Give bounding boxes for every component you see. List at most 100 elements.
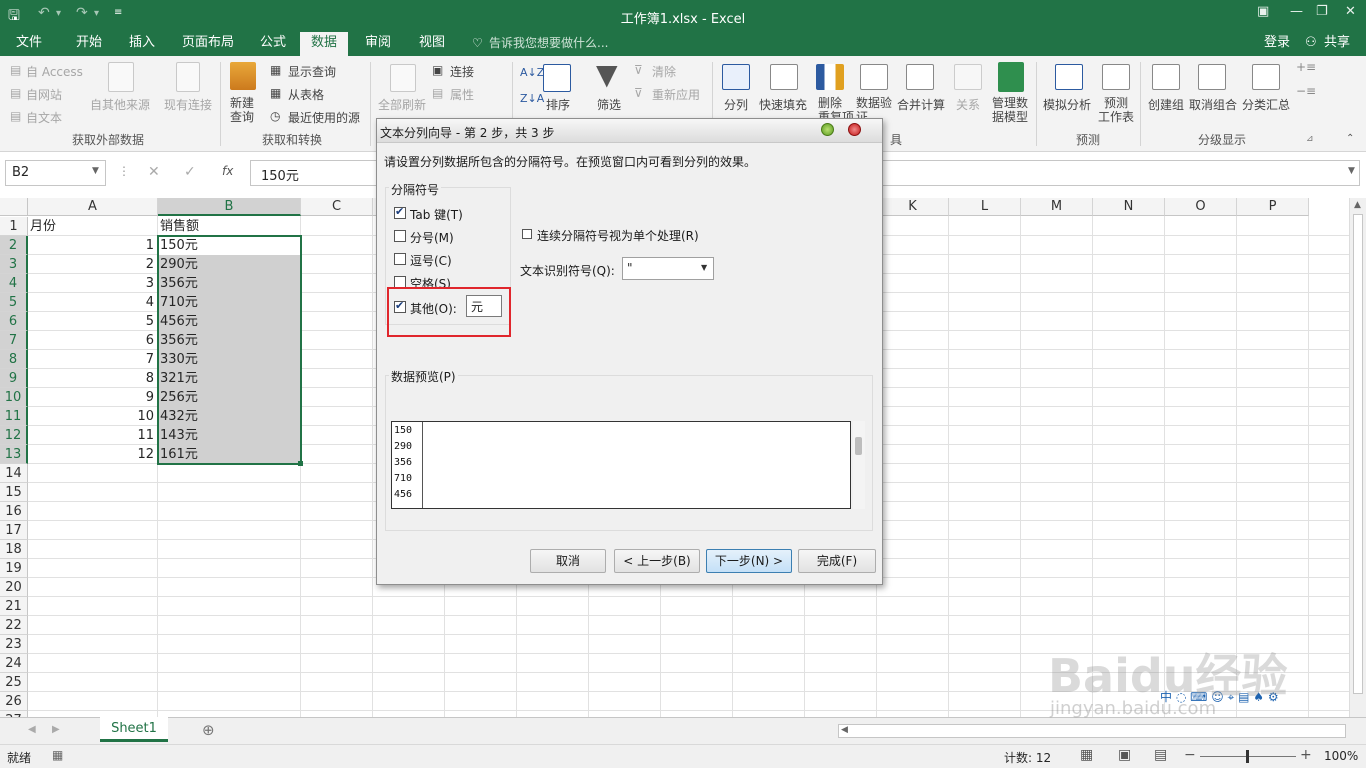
filter-button[interactable]: 筛选 <box>597 96 621 113</box>
cell-a3[interactable]: 2 <box>28 255 156 274</box>
scroll-left-icon[interactable]: ◀ <box>841 725 848 735</box>
row-header-9[interactable]: 9 <box>0 369 28 388</box>
data-validation-button[interactable]: 数据验 证 <box>856 96 892 118</box>
tab-formulas[interactable]: 公式 <box>258 32 288 56</box>
flash-fill-button[interactable]: 快速填充 <box>759 96 807 113</box>
insert-function-icon[interactable]: fx <box>222 164 233 178</box>
ribbon-display-icon[interactable]: ▣ <box>1257 4 1269 19</box>
column-header-a[interactable]: A <box>28 198 158 216</box>
row-header-23[interactable]: 23 <box>0 635 28 654</box>
page-layout-view-icon[interactable]: ▣ <box>1118 747 1131 763</box>
cell-b2[interactable]: 150元 <box>158 236 301 255</box>
row-header-7[interactable]: 7 <box>0 331 28 350</box>
cell-b5[interactable]: 710元 <box>158 293 301 312</box>
finish-button[interactable]: 完成(F) <box>798 549 876 573</box>
cell-a13[interactable]: 12 <box>28 445 156 464</box>
cancel-entry-icon[interactable]: ✕ <box>148 164 160 180</box>
row-header-19[interactable]: 19 <box>0 559 28 578</box>
properties-button[interactable]: 属性 <box>450 86 474 103</box>
column-header-o[interactable]: O <box>1165 198 1237 216</box>
column-header-b[interactable]: B <box>158 198 301 216</box>
recent-sources-button[interactable]: 最近使用的源 <box>288 109 360 126</box>
vertical-scrollbar[interactable]: ▲ <box>1349 198 1366 717</box>
row-header-25[interactable]: 25 <box>0 673 28 692</box>
forecast-sheet-button[interactable]: 预测 工作表 <box>1098 96 1134 124</box>
row-header-18[interactable]: 18 <box>0 540 28 559</box>
comma-checkbox[interactable] <box>394 253 406 265</box>
scroll-up-icon[interactable]: ▲ <box>1354 200 1361 210</box>
semicolon-label[interactable]: 分号(M) <box>410 229 454 246</box>
cell-b13[interactable]: 161元 <box>158 445 301 464</box>
qualifier-dropdown-icon[interactable]: ▼ <box>701 263 707 272</box>
add-sheet-icon[interactable]: ⊕ <box>202 721 215 739</box>
cell-b8[interactable]: 330元 <box>158 350 301 369</box>
remove-duplicates-button[interactable]: 删除 重复项 <box>818 96 854 118</box>
tab-page-layout[interactable]: 页面布局 <box>180 32 236 56</box>
text-to-columns-button[interactable]: 分列 <box>724 96 748 113</box>
semicolon-checkbox[interactable] <box>394 230 406 242</box>
minimize-icon[interactable]: — <box>1290 4 1303 19</box>
cell-a4[interactable]: 3 <box>28 274 156 293</box>
tab-home[interactable]: 开始 <box>74 32 104 56</box>
column-header-m[interactable]: M <box>1021 198 1093 216</box>
ungroup-button[interactable]: 取消组合 <box>1189 96 1237 113</box>
cell-a7[interactable]: 6 <box>28 331 156 350</box>
cell-b12[interactable]: 143元 <box>158 426 301 445</box>
cell-a2[interactable]: 1 <box>28 236 156 255</box>
cell-b7[interactable]: 356元 <box>158 331 301 350</box>
connections-button[interactable]: 连接 <box>450 63 474 80</box>
preview-scrollbar[interactable] <box>853 421 865 509</box>
expand-formula-icon[interactable]: ▼ <box>1348 166 1355 176</box>
help-icon[interactable] <box>821 123 834 136</box>
row-header-21[interactable]: 21 <box>0 597 28 616</box>
tab-review[interactable]: 审阅 <box>363 32 393 56</box>
tab-label[interactable]: Tab 键(T) <box>410 206 463 223</box>
data-preview-pane[interactable]: 150 290 356 710 456 <box>391 421 851 509</box>
cell-a11[interactable]: 10 <box>28 407 156 426</box>
cell-b10[interactable]: 256元 <box>158 388 301 407</box>
consolidate-button[interactable]: 合并计算 <box>897 96 945 113</box>
tab-checkbox[interactable] <box>394 205 406 219</box>
tab-data[interactable]: 数据 <box>300 32 348 56</box>
next-button[interactable]: 下一步(N) > <box>706 549 792 573</box>
select-all-corner[interactable] <box>0 198 28 216</box>
column-header-n[interactable]: N <box>1093 198 1165 216</box>
dialog-title-bar[interactable]: 文本分列向导 - 第 2 步，共 3 步 <box>377 119 882 143</box>
column-header-p[interactable]: P <box>1237 198 1309 216</box>
zoom-out-icon[interactable]: − <box>1184 747 1196 763</box>
row-header-5[interactable]: 5 <box>0 293 28 312</box>
consecutive-checkbox[interactable] <box>522 229 532 239</box>
enter-icon[interactable]: ✓ <box>184 164 196 180</box>
reapply-button[interactable]: 重新应用 <box>652 86 700 103</box>
column-header-c[interactable]: C <box>301 198 373 216</box>
from-text-button[interactable]: 自文本 <box>26 109 62 126</box>
cell-a1[interactable]: 月份 <box>28 217 158 236</box>
group-button[interactable]: 创建组 <box>1148 96 1184 113</box>
show-detail-icon[interactable]: +≡ <box>1296 60 1316 74</box>
subtotal-button[interactable]: 分类汇总 <box>1242 96 1290 113</box>
data-model-button[interactable]: 管理数 据模型 <box>992 96 1028 124</box>
sort-asc-icon[interactable]: A↓Z <box>520 66 544 79</box>
existing-connections-button[interactable]: 现有连接 <box>164 96 212 113</box>
consecutive-label[interactable]: 连续分隔符号视为单个处理(R) <box>537 227 699 244</box>
sort-button[interactable]: 排序 <box>546 96 570 113</box>
cell-a6[interactable]: 5 <box>28 312 156 331</box>
clear-filter-button[interactable]: 清除 <box>652 63 676 80</box>
show-query-button[interactable]: 显示查询 <box>288 63 336 80</box>
row-header-3[interactable]: 3 <box>0 255 28 274</box>
row-header-12[interactable]: 12 <box>0 426 28 445</box>
row-header-6[interactable]: 6 <box>0 312 28 331</box>
macro-record-icon[interactable]: ▦ <box>52 748 63 762</box>
new-query-button[interactable]: 新建 查询 <box>230 96 254 124</box>
row-header-15[interactable]: 15 <box>0 483 28 502</box>
tell-me-box[interactable]: 告诉我您想要做什么... <box>487 32 610 56</box>
page-break-view-icon[interactable]: ▤ <box>1154 747 1167 763</box>
row-header-17[interactable]: 17 <box>0 521 28 540</box>
login-link[interactable]: 登录 <box>1262 32 1292 56</box>
next-sheet-icon[interactable]: ▶ <box>52 724 60 735</box>
collapse-ribbon-icon[interactable]: ⌃ <box>1346 133 1354 144</box>
row-header-24[interactable]: 24 <box>0 654 28 673</box>
row-header-22[interactable]: 22 <box>0 616 28 635</box>
row-header-10[interactable]: 10 <box>0 388 28 407</box>
from-access-button[interactable]: 自 Access <box>26 63 83 80</box>
